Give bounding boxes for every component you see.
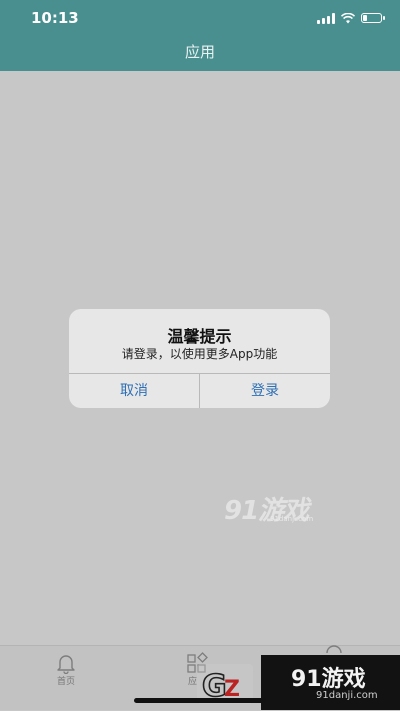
page-title: 应用 [184, 43, 215, 61]
battery-level [363, 15, 367, 21]
brand-name: 91游戏 [291, 667, 366, 692]
tab-home-label: 首页 [56, 677, 75, 687]
wifi-icon [341, 12, 355, 23]
watermark-url: 91danji.com [270, 515, 314, 523]
brand-watermark-overlay: 91游戏 91danji.com [261, 655, 400, 710]
profile-icon [326, 645, 342, 654]
status-time: 10:13 [31, 9, 79, 27]
app-header: 10:13 应用 [0, 0, 400, 71]
alert-title: 温馨提示 [167, 327, 232, 346]
bell-icon [57, 655, 75, 674]
watermark: 91游戏 91danji.com [224, 490, 313, 527]
alert-message: 请登录，以使用更多App功能 [121, 347, 278, 361]
tab-home[interactable]: 首页 [26, 646, 106, 711]
battery-icon [361, 13, 385, 23]
cancel-button[interactable]: 取消 [69, 374, 199, 408]
login-button[interactable]: 登录 [200, 374, 330, 408]
status-bar: 10:13 [0, 0, 400, 36]
status-icons [317, 11, 385, 25]
brand-url: 91danji.com [316, 690, 378, 701]
home-indicator[interactable] [134, 698, 266, 703]
login-alert-dialog: 温馨提示 请登录，以使用更多App功能 取消 登录 [69, 309, 330, 408]
signal-icon [317, 12, 335, 24]
